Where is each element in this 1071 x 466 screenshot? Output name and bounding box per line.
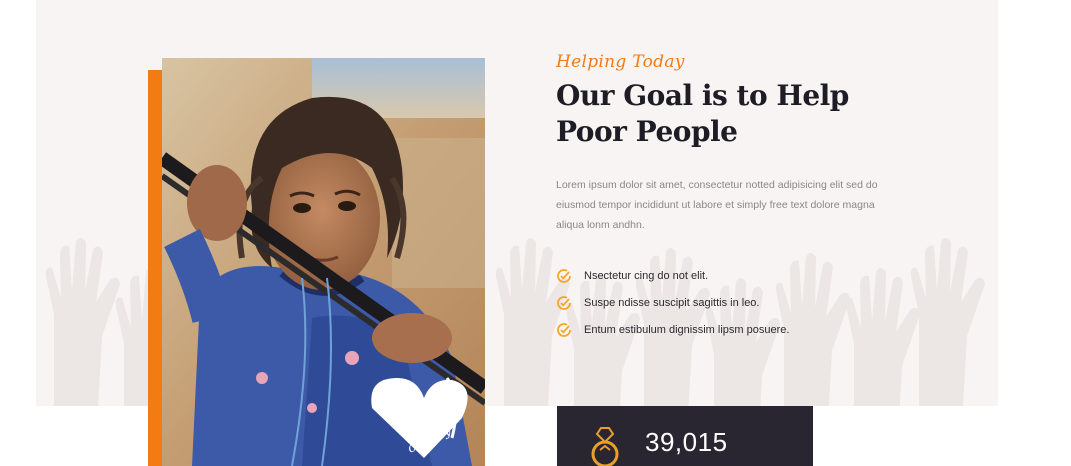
stat-value: 39,015 <box>645 427 728 457</box>
check-circle-icon <box>557 295 571 310</box>
feature-text: Entum estibulum dignissim lipsm posuere. <box>584 323 790 336</box>
ring-icon <box>591 427 619 466</box>
feature-text: Suspe ndisse suscipit sagittis in leo. <box>584 296 760 309</box>
feature-text: Nsectetur cing do not elit. <box>584 269 709 282</box>
feature-list: Nsectetur cing do not elit. Suspe ndisse… <box>556 262 789 343</box>
section-subtitle: Helping Today <box>556 52 685 72</box>
child-photo: charity <box>162 58 485 466</box>
feature-item: Entum estibulum dignissim lipsm posuere. <box>556 316 789 343</box>
section-title: Our Goal is to Help Poor People <box>556 79 849 148</box>
section-paragraph: Lorem ipsum dolor sit amet, consectetur … <box>556 179 878 231</box>
donation-stat-card: 39,015 <box>557 406 813 466</box>
check-circle-icon <box>557 268 571 283</box>
feature-item: Nsectetur cing do not elit. <box>556 262 789 289</box>
accent-bar <box>148 70 162 466</box>
feature-item: Suspe ndisse suscipit sagittis in leo. <box>556 289 789 316</box>
check-circle-icon <box>557 322 571 337</box>
